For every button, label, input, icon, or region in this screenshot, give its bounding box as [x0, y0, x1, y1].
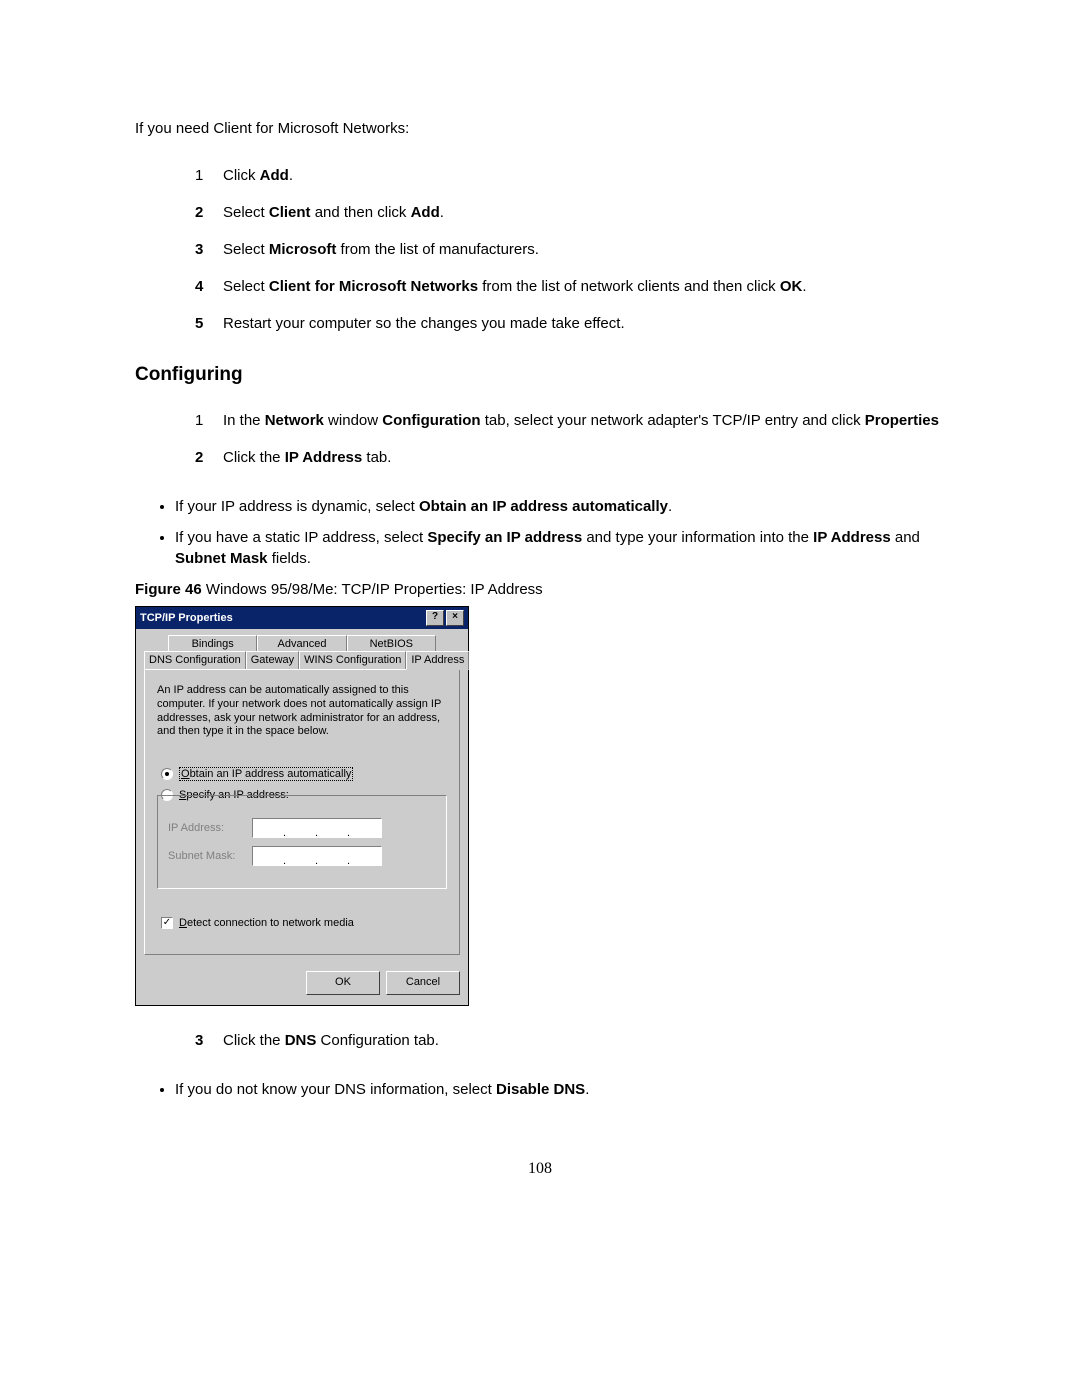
close-button[interactable]: ×: [446, 610, 464, 626]
panel-description: An IP address can be automatically assig…: [157, 684, 447, 739]
bullet-item: If you do not know your DNS information,…: [175, 1079, 945, 1100]
detect-media-label: Detect connection to network media: [179, 917, 354, 929]
ip-address-input[interactable]: [252, 818, 382, 838]
checkbox-icon[interactable]: ✓: [161, 917, 173, 929]
radio-auto-label: Obtain an IP address automatically: [179, 767, 353, 781]
step-item: 5Restart your computer so the changes yo…: [195, 313, 945, 334]
step-item: 1In the Network window Configuration tab…: [195, 410, 945, 431]
radio-auto-row[interactable]: Obtain an IP address automatically: [161, 767, 447, 781]
tab-ip-address[interactable]: IP Address: [406, 651, 469, 670]
subnet-mask-label: Subnet Mask:: [168, 850, 240, 862]
subnet-mask-input[interactable]: [252, 846, 382, 866]
dialog-titlebar[interactable]: TCP/IP Properties ? ×: [136, 607, 468, 629]
step-item: 4Select Client for Microsoft Networks fr…: [195, 276, 945, 297]
step-item: 1Click Add.: [195, 165, 945, 186]
bullet-item: If your IP address is dynamic, select Ob…: [175, 496, 945, 517]
tab-gateway[interactable]: Gateway: [246, 651, 299, 669]
bullet-item: If you have a static IP address, select …: [175, 527, 945, 569]
radio-icon[interactable]: [161, 768, 173, 780]
dialog-title: TCP/IP Properties: [140, 612, 233, 624]
step-item: 2Select Client and then click Add.: [195, 202, 945, 223]
tab-dns-configuration[interactable]: DNS Configuration: [144, 651, 246, 669]
tab-panel-ip-address: An IP address can be automatically assig…: [144, 669, 460, 955]
step-item: 3Select Microsoft from the list of manuf…: [195, 239, 945, 260]
page-number: 108: [135, 1160, 945, 1178]
help-button[interactable]: ?: [426, 610, 444, 626]
ip-address-label: IP Address:: [168, 822, 240, 834]
intro-text: If you need Client for Microsoft Network…: [135, 120, 945, 137]
step-item: 3Click the DNS Configuration tab.: [195, 1030, 945, 1051]
steps-list-1: 1Click Add. 2Select Client and then click…: [195, 165, 945, 334]
ok-button[interactable]: OK: [306, 971, 380, 995]
cancel-button[interactable]: Cancel: [386, 971, 460, 995]
section-heading: Configuring: [135, 364, 945, 386]
step-item: 2Click the IP Address tab.: [195, 447, 945, 468]
tab-wins-configuration[interactable]: WINS Configuration: [299, 651, 406, 669]
detect-media-row[interactable]: ✓ Detect connection to network media: [161, 917, 447, 929]
figure-caption: Figure 46 Windows 95/98/Me: TCP/IP Prope…: [135, 581, 945, 598]
steps-list-2b: 3Click the DNS Configuration tab.: [195, 1030, 945, 1051]
bullets-a: If your IP address is dynamic, select Ob…: [175, 496, 945, 569]
bullets-b: If you do not know your DNS information,…: [175, 1079, 945, 1100]
tcpip-dialog: TCP/IP Properties ? × BindingsAdvancedNe…: [135, 606, 469, 1006]
steps-list-2a: 1In the Network window Configuration tab…: [195, 410, 945, 468]
tab-strip: BindingsAdvancedNetBIOS DNS Configuratio…: [144, 635, 460, 670]
specify-fieldset: IP Address: Subnet Mask:: [157, 795, 447, 889]
